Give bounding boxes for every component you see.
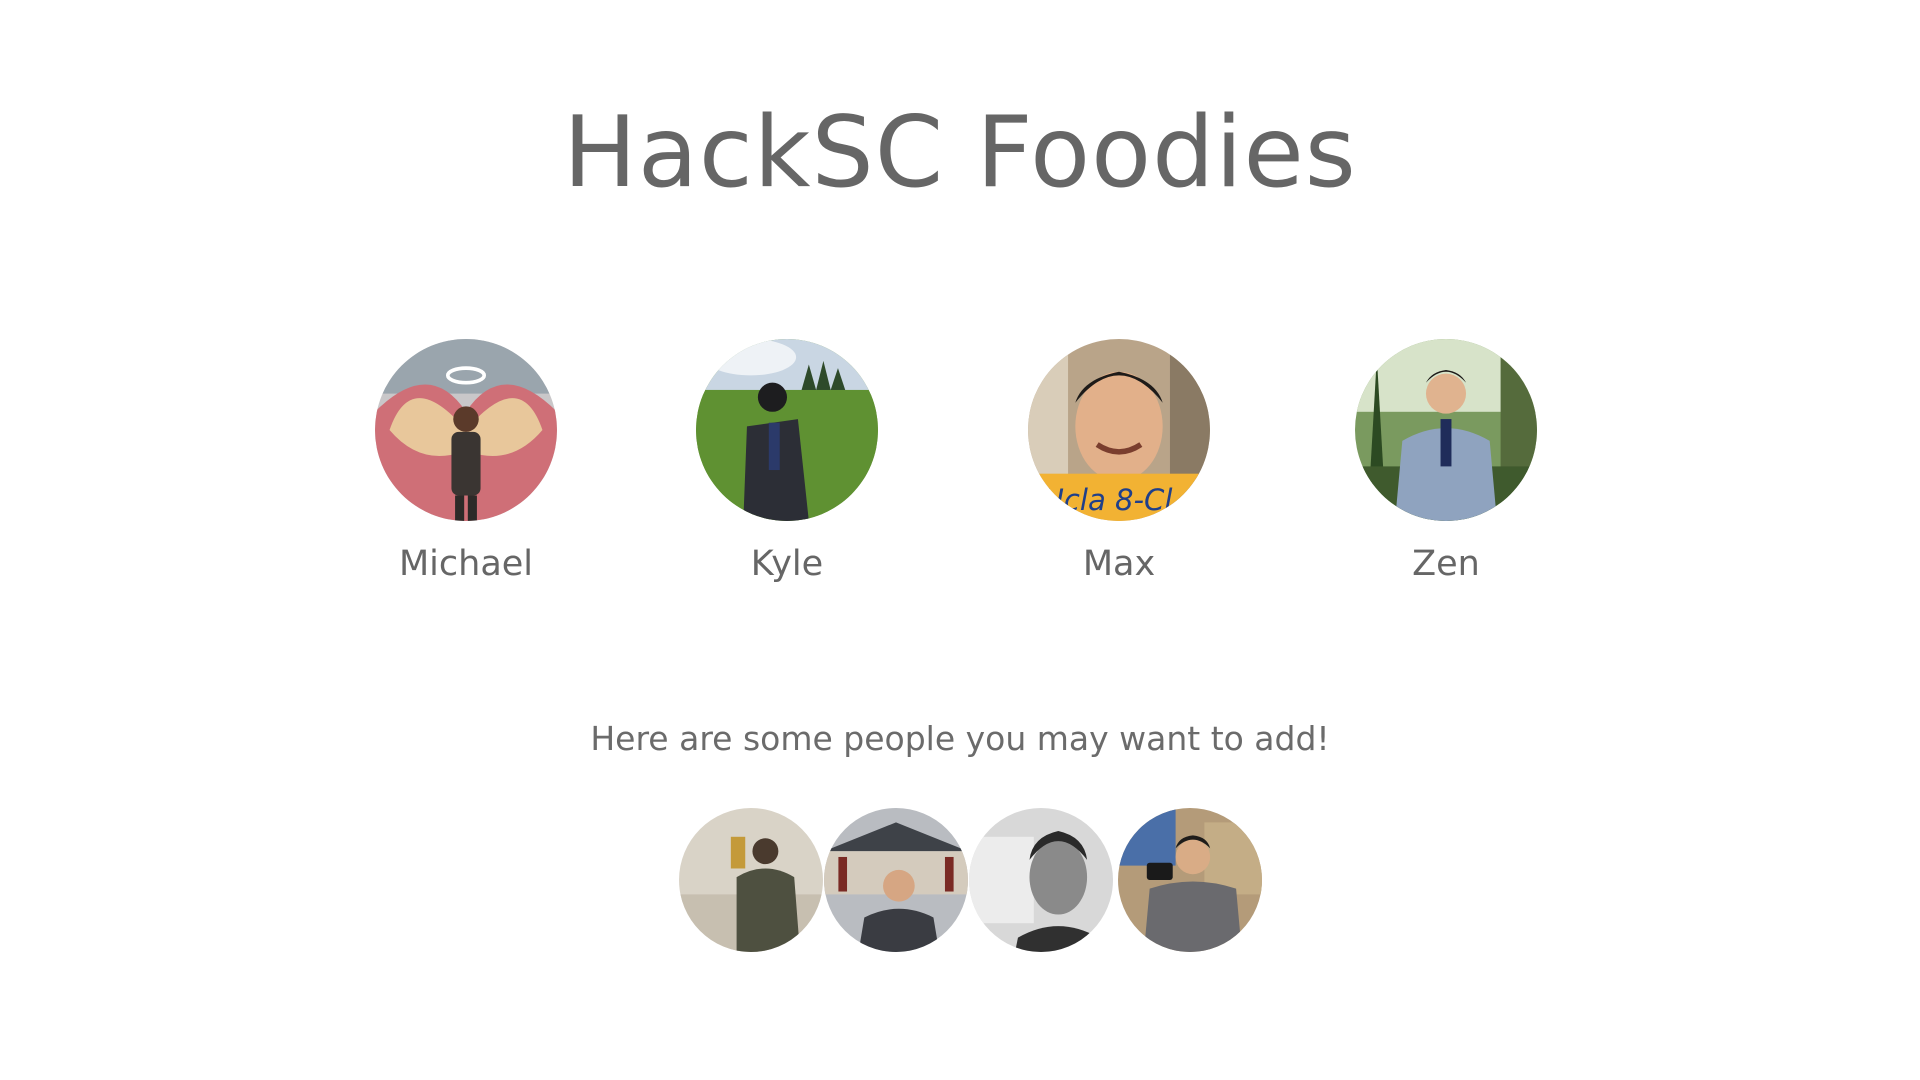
member-max[interactable]: Ucla 8-Cl Max (989, 339, 1249, 582)
member-name: Zen (1412, 544, 1480, 584)
person-in-front-of-building-photo-icon[interactable] (824, 808, 968, 952)
member-list: Michael Kyle Ucla 8-Cl Max Zen (0, 339, 1920, 599)
member-zen[interactable]: Zen (1316, 339, 1576, 582)
black-and-white-selfie-photo-icon[interactable] (969, 808, 1113, 952)
member-name: Michael (398, 544, 534, 584)
page-title: HackSC Foodies (563, 96, 1357, 210)
suggestions-heading: Here are some people you may want to add… (590, 719, 1330, 758)
person-in-gray-suit-photo-icon (1355, 339, 1537, 521)
svg-text:Ucla 8-Cl: Ucla 8-Cl (1043, 483, 1173, 517)
member-name: Max (1082, 544, 1156, 584)
person-with-wings-photo-icon (375, 339, 557, 521)
member-name: Kyle (750, 544, 824, 584)
smiling-person-portrait-photo-icon: Ucla 8-Cl (1028, 339, 1210, 521)
member-michael[interactable]: Michael (336, 339, 596, 582)
suggestion-list (0, 808, 1920, 954)
page: HackSC Foodies Michael Kyle Ucla 8-Cl Ma… (0, 0, 1920, 1080)
person-with-camera-photo-icon[interactable] (1118, 808, 1262, 952)
person-in-museum-photo-icon[interactable] (679, 808, 823, 952)
member-kyle[interactable]: Kyle (657, 339, 917, 582)
person-in-suit-grass-photo-icon (696, 339, 878, 521)
